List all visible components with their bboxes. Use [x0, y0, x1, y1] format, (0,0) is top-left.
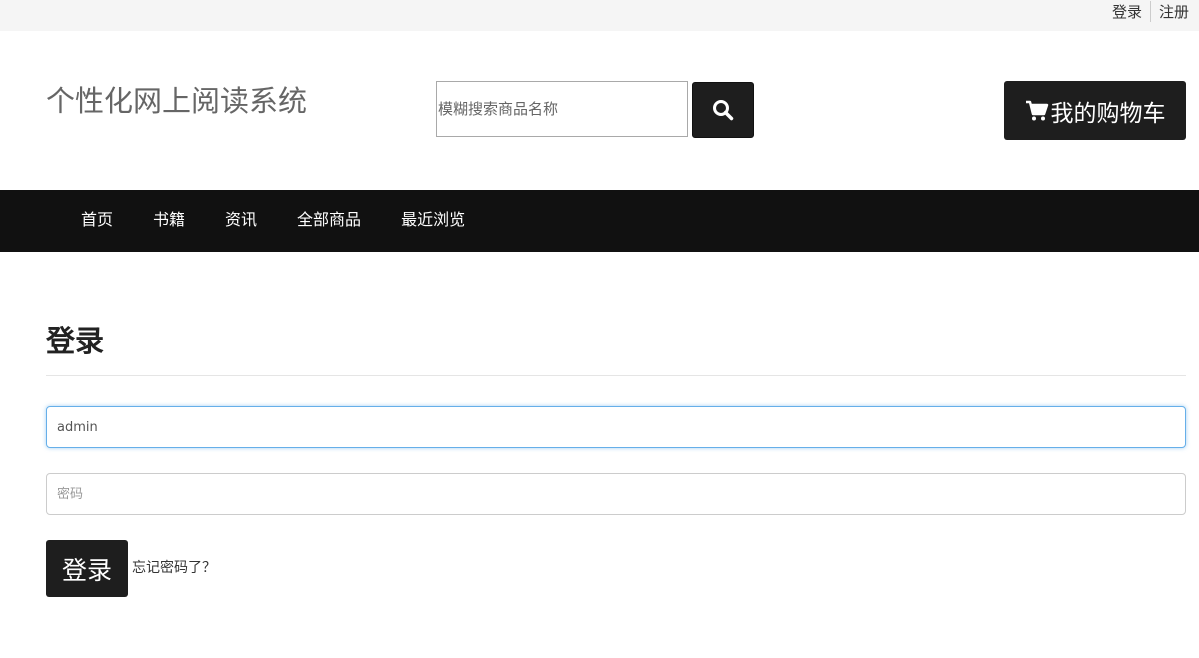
divider	[46, 375, 1186, 376]
top-bar: 登录 注册	[0, 0, 1199, 31]
account-links: 登录 注册	[1104, 0, 1189, 22]
cart-button[interactable]: 我的购物车	[1004, 81, 1186, 140]
site-brand[interactable]: 个性化网上阅读系统	[46, 78, 307, 120]
main-nav: 首页 书籍 资讯 全部商品 最近浏览	[0, 190, 1199, 252]
cart-icon	[1025, 100, 1048, 120]
login-button[interactable]: 登录	[46, 540, 128, 597]
page-title: 登录	[46, 324, 105, 358]
search-button[interactable]	[692, 82, 754, 138]
nav-item-books[interactable]: 书籍	[133, 190, 205, 252]
username-input[interactable]	[46, 406, 1186, 448]
login-link[interactable]: 登录	[1104, 0, 1151, 22]
password-input[interactable]	[46, 473, 1186, 515]
nav-item-recent[interactable]: 最近浏览	[381, 190, 485, 252]
cart-label: 我的购物车	[1050, 100, 1166, 127]
search-input[interactable]	[436, 81, 688, 137]
nav-item-all-products[interactable]: 全部商品	[277, 190, 381, 252]
search-icon	[713, 100, 734, 121]
nav-item-home[interactable]: 首页	[61, 190, 133, 252]
nav-item-news[interactable]: 资讯	[205, 190, 277, 252]
forgot-password-link[interactable]: 忘记密码了？	[132, 557, 216, 577]
register-link[interactable]: 注册	[1151, 1, 1189, 22]
